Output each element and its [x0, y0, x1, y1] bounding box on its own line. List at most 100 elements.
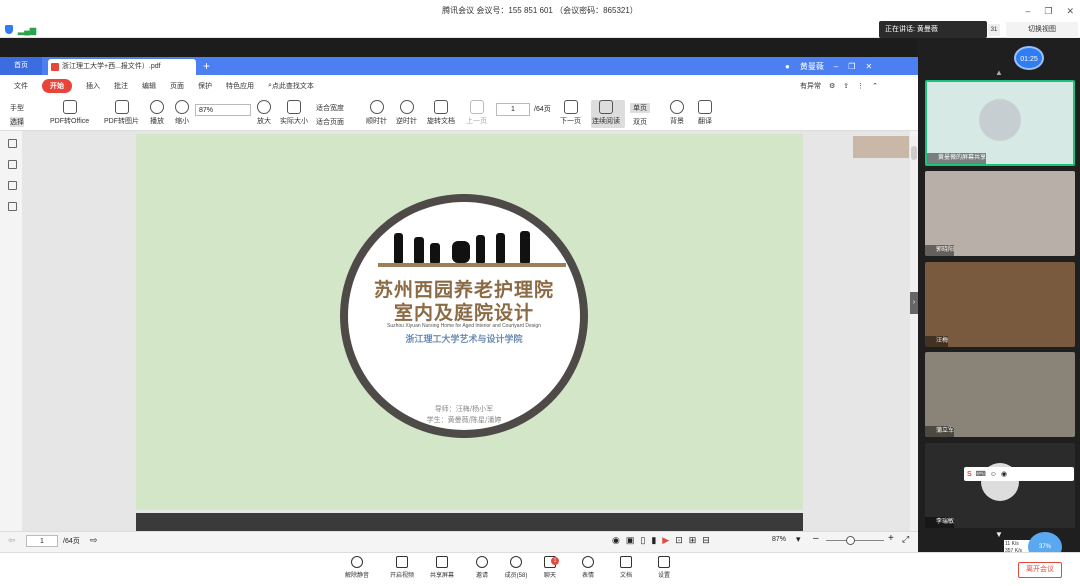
- search-text-input[interactable]: 点此查找文本: [272, 81, 314, 91]
- zoom-select[interactable]: 87%: [195, 104, 251, 116]
- pdf-to-image-button[interactable]: PDF转图片: [104, 100, 139, 126]
- menu-insert[interactable]: 插入: [86, 81, 100, 91]
- participant-name: 蒲立军: [925, 426, 955, 437]
- rotate-cw-button[interactable]: 顺时针: [366, 100, 387, 126]
- signal-icon[interactable]: ▂▄▆: [18, 26, 36, 35]
- menu-file[interactable]: 文件: [14, 81, 28, 91]
- leave-meeting-button[interactable]: 离开会议: [1018, 562, 1062, 578]
- participant-tile-5[interactable]: 李瑞敏: [925, 443, 1075, 528]
- tab-document-label: 浙江理工大学+西...报文件）.pdf: [62, 63, 161, 70]
- maximize-icon[interactable]: ❐: [848, 62, 855, 71]
- page-thumbnail[interactable]: [853, 136, 909, 158]
- rotate-doc-button[interactable]: 旋转文档: [427, 100, 455, 126]
- fit-page-icon[interactable]: ⊞: [689, 535, 697, 546]
- continuous-read-button[interactable]: 连续阅读: [592, 100, 620, 126]
- zoom-slider-knob[interactable]: [846, 536, 855, 545]
- eye-icon[interactable]: ◉: [612, 535, 620, 546]
- slide-english-title: Suzhou Xiyuan Nursing Home for Aged Inte…: [387, 323, 541, 329]
- chat-badge: 1: [551, 557, 559, 565]
- participant-tile-2[interactable]: 郭晓阳: [925, 171, 1075, 256]
- input-method-bar[interactable]: S ⌨ ☺ ◉: [964, 467, 1074, 481]
- rotate-ccw-button[interactable]: 逆时针: [396, 100, 417, 126]
- share-screen-button[interactable]: 共享屏幕: [422, 556, 462, 579]
- expand-icon[interactable]: ⤢: [902, 534, 909, 545]
- menu-edit[interactable]: 编辑: [142, 81, 156, 91]
- thumbnail-icon[interactable]: [8, 160, 17, 169]
- menu-annotate[interactable]: 批注: [114, 81, 128, 91]
- scrollbar-thumb[interactable]: [911, 146, 917, 160]
- background-button[interactable]: 背景: [670, 100, 684, 126]
- actual-size-button[interactable]: 实际大小: [280, 100, 308, 126]
- minimize-icon[interactable]: –: [1025, 0, 1030, 22]
- status-page-input[interactable]: 1: [26, 535, 58, 547]
- security-shield-icon[interactable]: [5, 25, 13, 34]
- close-icon[interactable]: ✕: [865, 62, 872, 71]
- unmute-button[interactable]: 解除静音: [337, 556, 377, 579]
- window-controls: – ❐ ✕: [1025, 0, 1074, 22]
- start-video-button[interactable]: 开启视频: [382, 556, 422, 579]
- select-tool[interactable]: 选择: [10, 117, 24, 127]
- next-arrow-icon[interactable]: ⇨: [90, 535, 98, 546]
- zoom-plus-icon[interactable]: +: [888, 533, 894, 544]
- participant-tile-3[interactable]: 汪梅: [925, 262, 1075, 347]
- switch-view-button[interactable]: 切换视图: [1006, 22, 1078, 38]
- page-number-input[interactable]: 1: [496, 103, 530, 116]
- bookmark-icon[interactable]: [8, 139, 17, 148]
- menu-start[interactable]: 开始: [42, 79, 72, 93]
- chevron-up-icon[interactable]: ⌃: [872, 82, 878, 90]
- menu-features[interactable]: 特色应用: [226, 81, 254, 91]
- prev-page-button[interactable]: 上一页: [466, 100, 487, 126]
- translate-button[interactable]: 翻译: [698, 100, 712, 126]
- book-view-icon[interactable]: ▮: [651, 535, 656, 546]
- fit-page-button[interactable]: 适合页面: [316, 117, 344, 127]
- close-icon[interactable]: ✕: [1066, 0, 1074, 22]
- play-red-icon[interactable]: ▶: [662, 535, 669, 546]
- fit-width-button[interactable]: 适合宽度: [316, 103, 344, 113]
- maximize-icon[interactable]: ❐: [1044, 0, 1052, 22]
- participant-name: 郭晓阳: [925, 245, 955, 256]
- chat-button[interactable]: 聊天: [530, 556, 570, 579]
- user-avatar[interactable]: ●: [785, 62, 790, 71]
- fit-icon[interactable]: ⊡: [675, 535, 683, 546]
- scroll-down-icon[interactable]: ▼: [995, 530, 1003, 539]
- more-icon[interactable]: ⋮: [857, 82, 864, 90]
- double-page-button[interactable]: 双页: [630, 117, 650, 127]
- docs-button[interactable]: 文档: [606, 556, 646, 579]
- emoji-icon: ☺: [989, 470, 997, 478]
- pdf-to-office-button[interactable]: PDF转Office: [50, 100, 89, 126]
- zoom-menu-icon[interactable]: ▾: [796, 534, 801, 545]
- settings-button[interactable]: 设置: [644, 556, 684, 579]
- play-button[interactable]: 播放: [150, 100, 164, 126]
- collapse-panel-button[interactable]: ›: [910, 292, 918, 314]
- gear-icon[interactable]: ⚙: [829, 82, 835, 90]
- reaction-button[interactable]: 表情: [568, 556, 608, 579]
- next-page-button[interactable]: 下一页: [560, 100, 581, 126]
- new-tab-button[interactable]: +: [203, 57, 210, 75]
- page-view-icon[interactable]: ▯: [640, 535, 645, 546]
- share-icon[interactable]: ⇪: [843, 82, 849, 90]
- tab-document[interactable]: 浙江理工大学+西...报文件）.pdf: [48, 59, 196, 75]
- single-page-button[interactable]: 单页: [630, 103, 650, 113]
- zoom-in-button[interactable]: 放大: [257, 100, 271, 126]
- anomaly-button[interactable]: 有异常: [800, 81, 821, 91]
- minimize-icon[interactable]: –: [834, 62, 838, 71]
- participant-name: 李瑞敏: [925, 517, 955, 528]
- zoom-out-button[interactable]: 缩小: [175, 100, 189, 126]
- scroll-up-icon[interactable]: ▲: [995, 68, 1003, 77]
- menu-protect[interactable]: 保护: [198, 81, 212, 91]
- slide-advisors: 导师：汪梅/杨小军: [434, 405, 494, 413]
- tab-home[interactable]: 首页: [0, 57, 42, 75]
- participant-tile-1[interactable]: 黄曼薇的屏幕共享: [925, 80, 1075, 166]
- user-name[interactable]: 黄曼薇: [800, 61, 824, 72]
- menu-page[interactable]: 页面: [170, 81, 184, 91]
- annotation-icon[interactable]: [8, 181, 17, 190]
- participant-tile-4[interactable]: 蒲立军: [925, 352, 1075, 437]
- prev-arrow-icon[interactable]: ⇦: [8, 535, 16, 546]
- vertical-scrollbar[interactable]: [910, 136, 918, 531]
- hand-tool[interactable]: 手型: [10, 103, 24, 113]
- zoom-minus-icon[interactable]: –: [813, 533, 819, 544]
- single-view-icon[interactable]: ▣: [626, 535, 635, 546]
- fullscreen-icon[interactable]: ⊟: [702, 535, 710, 546]
- attachment-icon[interactable]: [8, 202, 17, 211]
- zoom-slider[interactable]: [826, 540, 884, 541]
